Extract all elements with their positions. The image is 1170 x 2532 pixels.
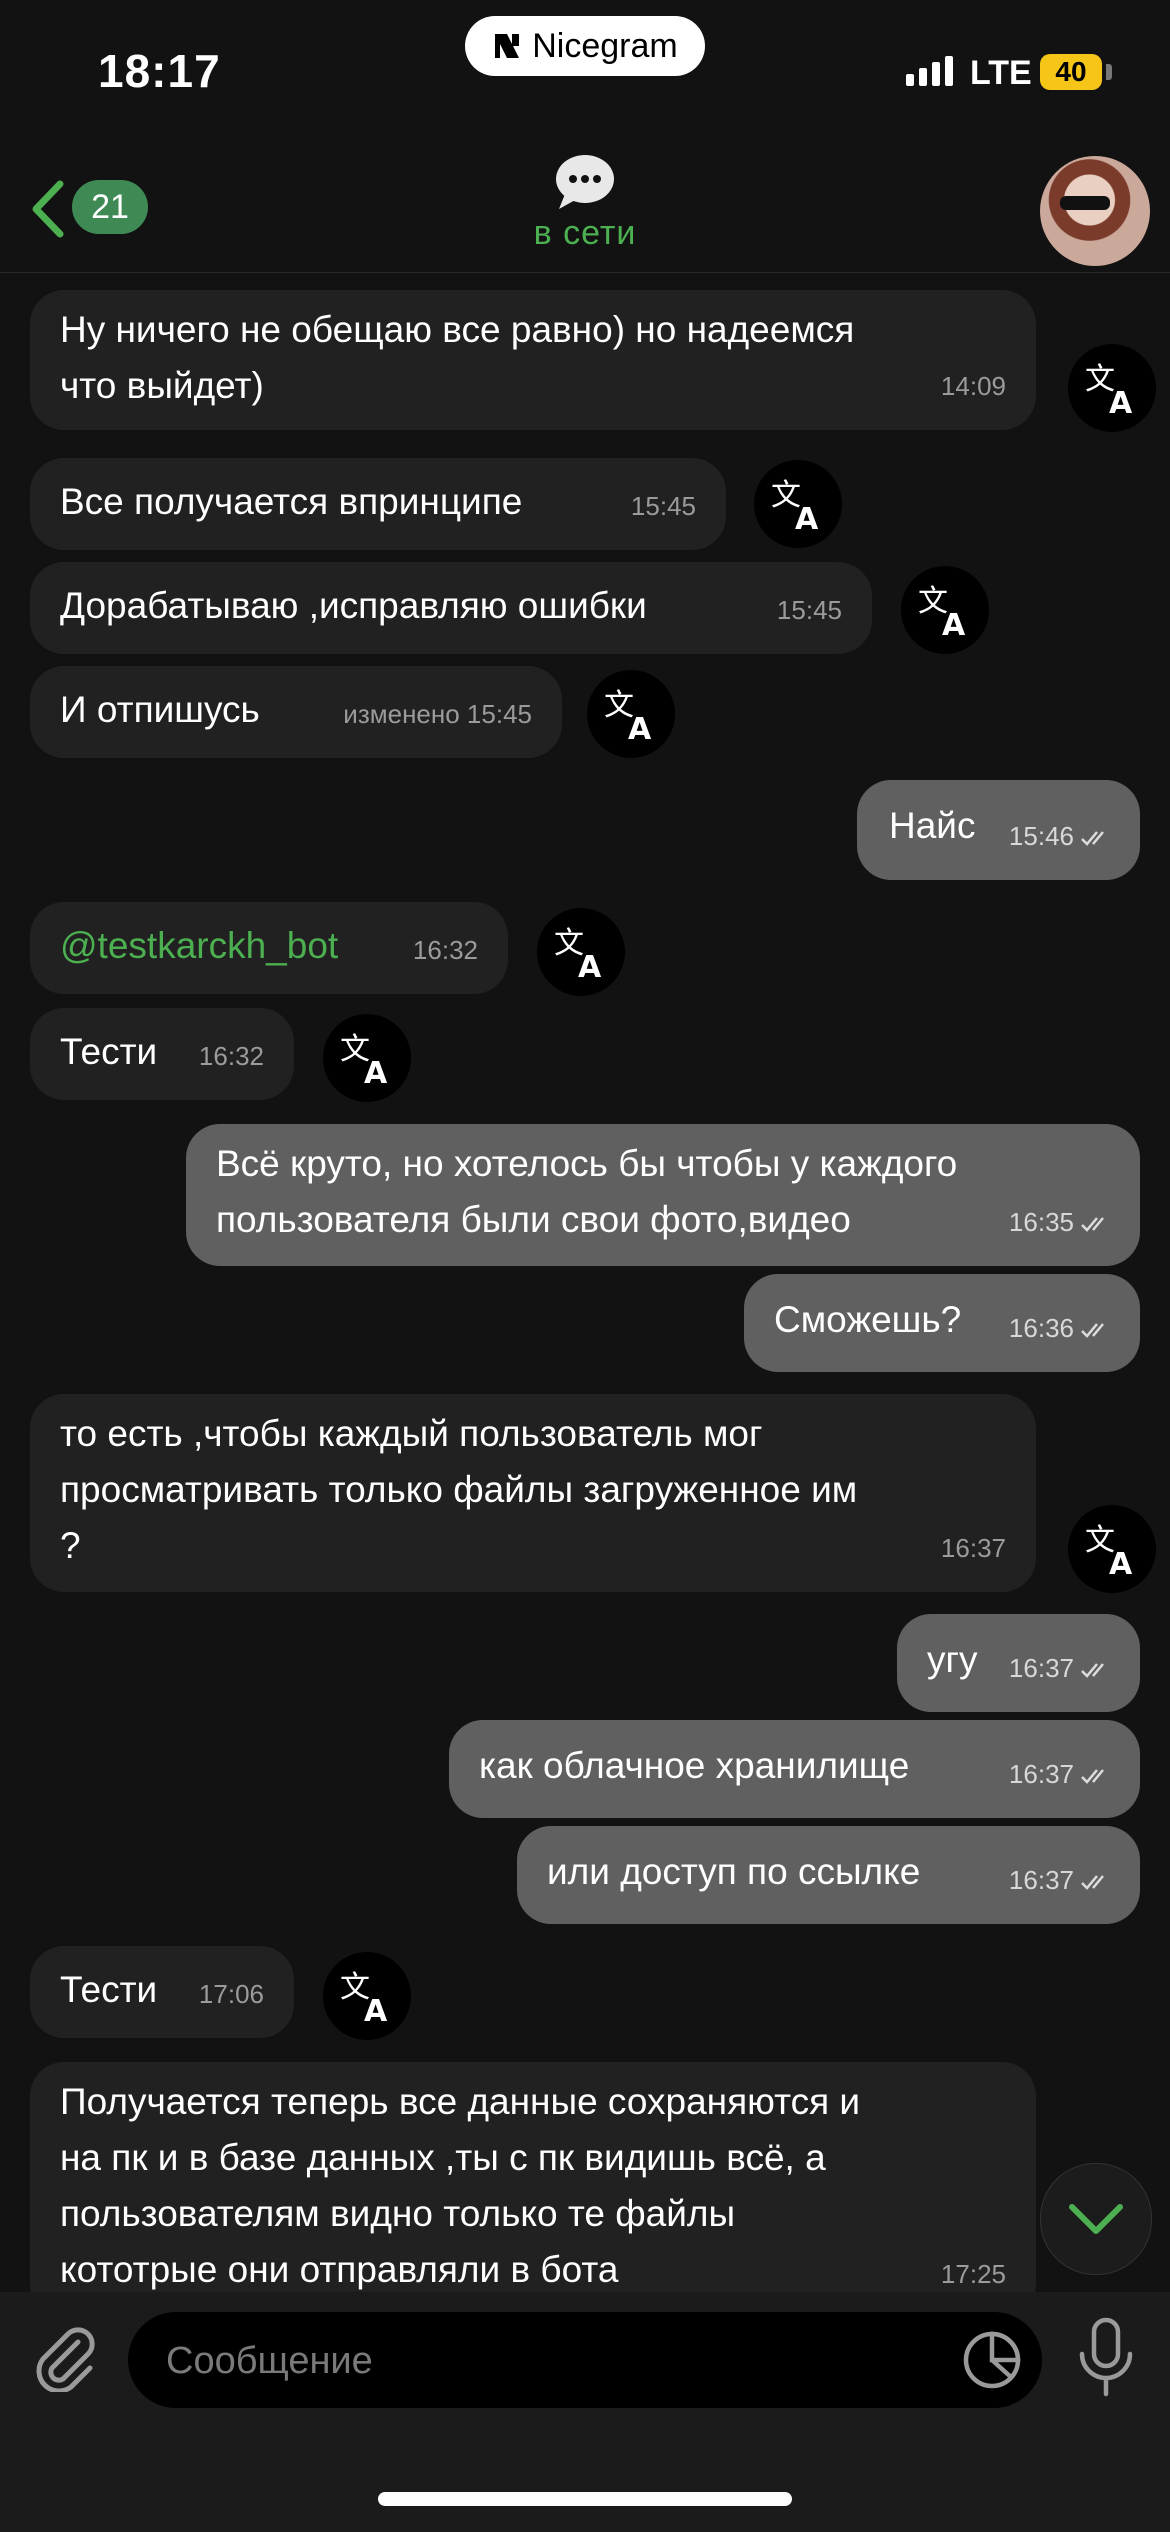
double-check-icon	[1081, 1663, 1104, 1678]
battery-icon: 40	[1040, 54, 1102, 90]
status-bar: 18:17 Nicegram LTE 40	[0, 0, 1170, 150]
message-time: 15:46	[1008, 821, 1074, 851]
message-time: 17:06	[198, 1979, 264, 2009]
message-bubble[interactable]: Тести 16:32	[30, 1008, 294, 1100]
message-time: 16:37	[1008, 1653, 1074, 1683]
message-bubble[interactable]: Всё круто, но хотелось бы чтобы у каждог…	[186, 1124, 1140, 1266]
sticker-button[interactable]	[962, 2330, 1022, 2390]
message-bubble[interactable]: Найс 15:46	[857, 780, 1140, 880]
translate-icon: 文A	[1085, 362, 1133, 417]
translate-icon: 文A	[604, 688, 652, 743]
attach-button[interactable]	[30, 2322, 100, 2394]
message-time: 16:37	[940, 1533, 1006, 1563]
chat-bubble-icon[interactable]	[553, 152, 617, 212]
battery-level: 40	[1055, 56, 1087, 87]
message-bubble[interactable]: то есть ,чтобы каждый пользователь мог п…	[30, 1394, 1036, 1592]
sticker-icon	[963, 2331, 1021, 2389]
svg-text:A: A	[364, 1056, 388, 1087]
svg-text:A: A	[364, 1994, 388, 2025]
translate-button[interactable]: 文A	[537, 908, 625, 996]
message-text: Все получается впринципе	[60, 481, 523, 522]
translate-button[interactable]: 文A	[323, 1014, 411, 1102]
paperclip-icon	[36, 2327, 95, 2394]
message-time: 16:37	[1008, 1759, 1074, 1789]
message-bubble[interactable]: Сможешь? 16:36	[744, 1274, 1140, 1372]
message-meta: 16:37	[1009, 1746, 1114, 1802]
battery-tail	[1106, 64, 1112, 80]
message-meta: 15:46	[1009, 808, 1114, 864]
translate-button[interactable]: 文A	[1068, 1505, 1156, 1593]
microphone-icon	[1079, 2317, 1133, 2397]
svg-text:A: A	[1109, 386, 1133, 417]
voice-record-button[interactable]	[1074, 2316, 1138, 2400]
message-bubble[interactable]: @testkarckh_bot 16:32	[30, 902, 508, 994]
message-bubble[interactable]: Дорабатываю ,исправляю ошибки 15:45	[30, 562, 872, 654]
message-time: 15:45	[776, 595, 842, 625]
message-time: 16:32	[198, 1041, 264, 1071]
island-app-name: Nicegram	[532, 26, 678, 65]
chat-header: 21 в сети	[0, 150, 1170, 273]
message-text: Дорабатываю ,исправляю ошибки	[60, 585, 647, 626]
svg-text:A: A	[578, 950, 602, 981]
message-time: 14:09	[940, 371, 1006, 401]
scroll-down-button[interactable]	[1040, 2163, 1152, 2275]
avatar-detail	[1060, 196, 1110, 210]
message-bubble[interactable]: Получается теперь все данные сохраняются…	[30, 2062, 1036, 2318]
translate-button[interactable]: 文A	[587, 670, 675, 758]
message-text: Получается теперь все данные сохраняются…	[60, 2081, 861, 2290]
message-time: изменено 15:45	[343, 699, 532, 729]
svg-text:A: A	[795, 502, 819, 533]
translate-button[interactable]: 文A	[323, 1952, 411, 2040]
avatar[interactable]	[1040, 156, 1150, 266]
message-time: 16:36	[1008, 1313, 1074, 1343]
translate-icon: 文A	[554, 926, 602, 981]
double-check-icon	[1081, 1323, 1104, 1338]
message-meta: 16:37	[1009, 1852, 1114, 1908]
message-bubble[interactable]: Все получается впринципе 15:45	[30, 458, 726, 550]
double-check-icon	[1081, 1875, 1104, 1890]
translate-button[interactable]: 文A	[1068, 344, 1156, 432]
composer-bar	[0, 2292, 1170, 2532]
signal-icon	[906, 56, 953, 86]
nicegram-logo-icon	[492, 31, 522, 61]
double-check-icon	[1081, 1769, 1104, 1784]
message-bubble[interactable]: или доступ по ссылке 16:37	[517, 1826, 1140, 1924]
svg-text:A: A	[942, 608, 966, 639]
dynamic-island: Nicegram	[465, 16, 705, 76]
message-time: 15:45	[630, 491, 696, 521]
translate-button[interactable]: 文A	[754, 460, 842, 548]
home-indicator[interactable]	[378, 2492, 792, 2506]
message-input[interactable]	[164, 2312, 948, 2410]
message-text: Всё круто, но хотелось бы чтобы у каждог…	[216, 1143, 958, 1240]
translate-icon: 文A	[340, 1970, 388, 2025]
double-check-icon	[1081, 1217, 1104, 1232]
double-check-icon	[1081, 831, 1104, 846]
translate-button[interactable]: 文A	[901, 566, 989, 654]
translate-icon: 文A	[1085, 1523, 1133, 1578]
svg-text:A: A	[1109, 1547, 1133, 1578]
message-meta: 16:37	[1009, 1640, 1114, 1696]
message-bubble[interactable]: И отпишусь изменено 15:45	[30, 666, 562, 758]
message-text: Ну ничего не обещаю все равно) но надеем…	[60, 309, 855, 406]
message-meta: 16:36	[1009, 1300, 1114, 1356]
translate-icon: 文A	[340, 1032, 388, 1087]
message-meta: 16:35	[1009, 1194, 1114, 1250]
message-bubble[interactable]: Ну ничего не обещаю все равно) но надеем…	[30, 290, 1036, 430]
message-bubble[interactable]: как облачное хранилище 16:37	[449, 1720, 1140, 1818]
message-time: 16:35	[1008, 1207, 1074, 1237]
online-status: в сети	[533, 214, 637, 252]
network-type: LTE	[970, 54, 1032, 92]
message-bubble[interactable]: угу 16:37	[897, 1614, 1140, 1712]
clock: 18:17	[98, 45, 221, 97]
message-field[interactable]	[128, 2312, 1042, 2410]
translate-icon: 文A	[771, 478, 819, 533]
chevron-down-icon	[1069, 2204, 1123, 2234]
svg-text:A: A	[628, 712, 652, 743]
message-text: то есть ,чтобы каждый пользователь мог п…	[60, 1413, 858, 1566]
translate-icon: 文A	[918, 584, 966, 639]
message-bubble[interactable]: Тести 17:06	[30, 1946, 294, 2038]
message-time: 16:37	[1008, 1865, 1074, 1895]
message-time: 16:32	[412, 935, 478, 965]
